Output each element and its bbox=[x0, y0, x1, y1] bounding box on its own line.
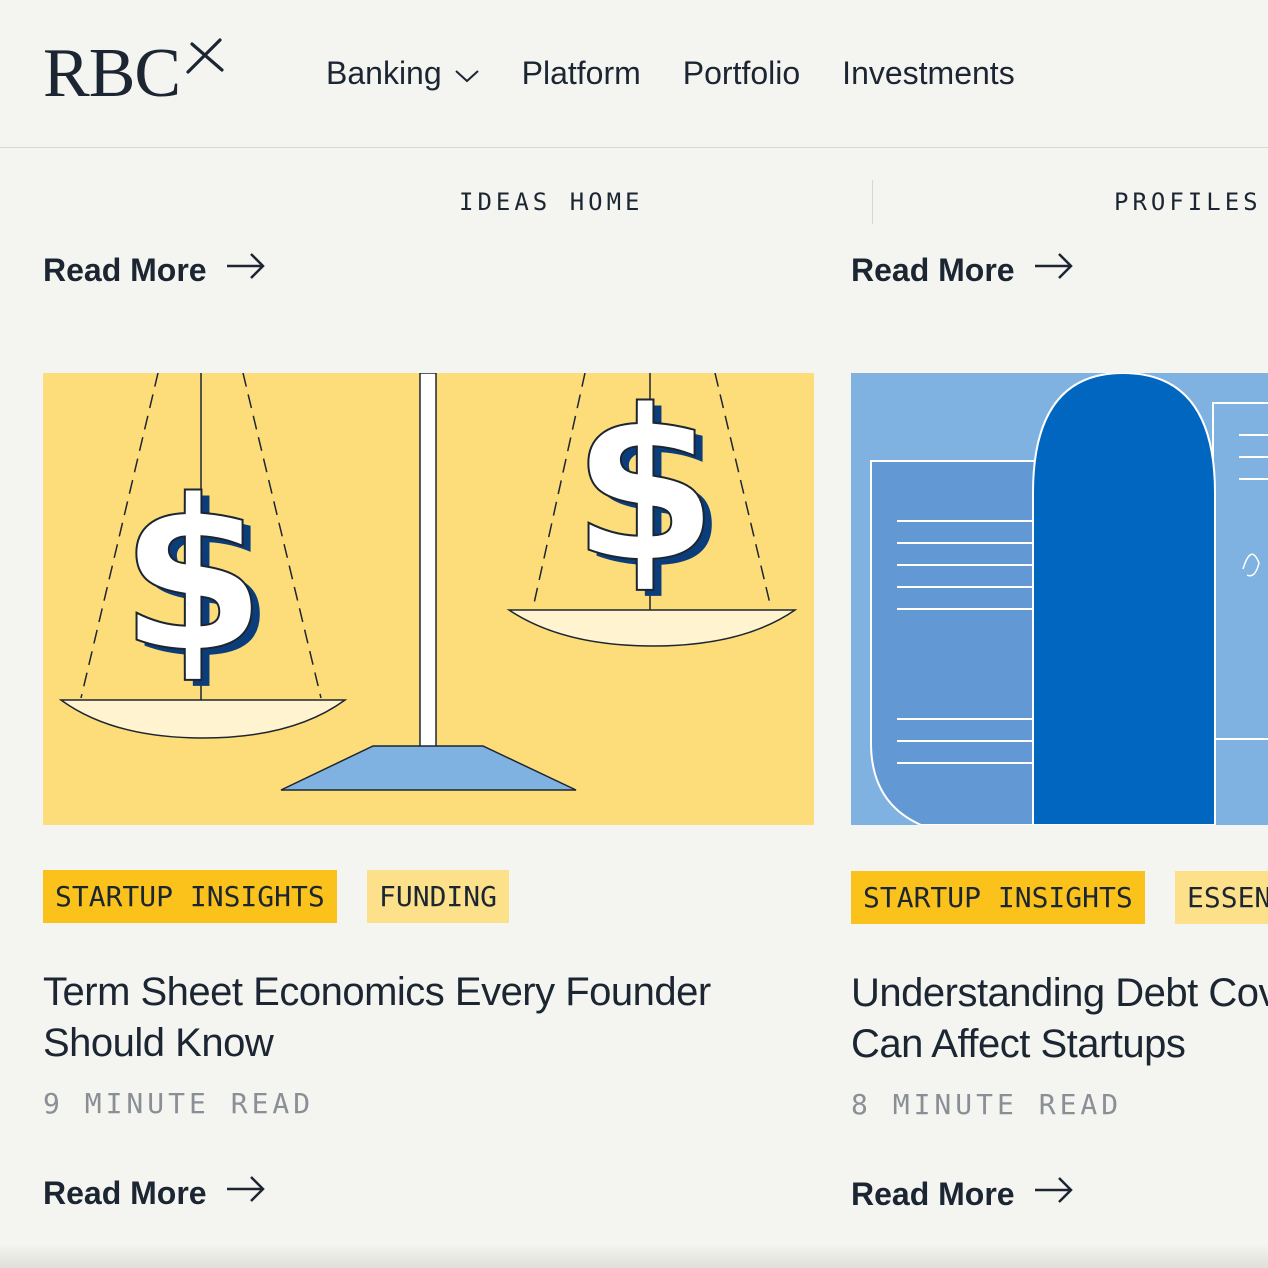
logo-text: RBC bbox=[43, 35, 181, 112]
subnav-divider bbox=[872, 180, 873, 224]
read-more-label: Read More bbox=[43, 1174, 207, 1211]
bottom-shadow bbox=[0, 1244, 1268, 1268]
arrow-right-icon bbox=[225, 250, 267, 290]
read-time: 9 MINUTE READ bbox=[43, 1087, 315, 1120]
read-more-link[interactable]: Read More bbox=[43, 1173, 267, 1213]
svg-text:$: $ bbox=[572, 373, 718, 609]
card-title-line: Term Sheet Economics Every Founder bbox=[43, 970, 711, 1014]
card-title[interactable]: Term Sheet Economics Every Founder Shoul… bbox=[43, 967, 823, 1069]
read-more-link-top-left[interactable]: Read More bbox=[43, 250, 267, 290]
dollar-icon-left: $ $ bbox=[119, 453, 274, 705]
main-nav: Banking Platform Portfolio Investments bbox=[326, 48, 1057, 98]
card-title[interactable]: Understanding Debt Cov Can Affect Startu… bbox=[851, 968, 1268, 1070]
read-more-link-top-right[interactable]: Read More bbox=[851, 250, 1075, 290]
nav-banking[interactable]: Banking bbox=[326, 55, 480, 92]
dollar-icon-right: $ $ bbox=[571, 373, 726, 615]
tag-funding[interactable]: FUNDING bbox=[367, 870, 510, 923]
card-title-line: Understanding Debt Cov bbox=[851, 971, 1268, 1015]
card-title-line: Can Affect Startups bbox=[851, 1022, 1186, 1066]
arrow-right-icon bbox=[1033, 1174, 1075, 1214]
card-title-line: Should Know bbox=[43, 1021, 274, 1065]
svg-text:$: $ bbox=[120, 454, 266, 699]
nav-portfolio-label: Portfolio bbox=[682, 54, 801, 91]
tag-startup-insights[interactable]: STARTUP INSIGHTS bbox=[851, 871, 1145, 924]
nav-investments-label: Investments bbox=[842, 54, 1015, 91]
page: RBC Banking Platform Portfolio Investmen… bbox=[0, 0, 1268, 1268]
nav-investments[interactable]: Investments bbox=[842, 55, 1015, 92]
rbcx-logo[interactable]: RBC bbox=[43, 36, 226, 112]
card-image-scales[interactable]: $ $ $ $ bbox=[43, 373, 814, 825]
tag-startup-insights[interactable]: STARTUP INSIGHTS bbox=[43, 870, 337, 923]
read-more-label: Read More bbox=[851, 1175, 1015, 1212]
documents-illustration bbox=[851, 373, 1268, 825]
site-header: RBC Banking Platform Portfolio Investmen… bbox=[0, 0, 1268, 148]
card-image-documents[interactable] bbox=[851, 373, 1268, 825]
ideas-home-link[interactable]: IDEAS HOME bbox=[459, 188, 644, 216]
nav-platform-label: Platform bbox=[521, 54, 641, 91]
read-time: 8 MINUTE READ bbox=[851, 1088, 1123, 1121]
read-more-link[interactable]: Read More bbox=[851, 1174, 1075, 1214]
profiles-link[interactable]: PROFILES bbox=[1114, 188, 1262, 216]
nav-platform[interactable]: Platform bbox=[522, 55, 641, 92]
scales-illustration: $ $ $ $ bbox=[43, 373, 814, 825]
tag-essentials[interactable]: ESSEN bbox=[1175, 871, 1268, 924]
nav-banking-label: Banking bbox=[326, 54, 442, 91]
nav-portfolio[interactable]: Portfolio bbox=[683, 55, 800, 92]
chevron-down-icon bbox=[454, 55, 480, 92]
arrow-right-icon bbox=[225, 1173, 267, 1213]
arrow-right-icon bbox=[1033, 250, 1075, 290]
read-more-label: Read More bbox=[43, 251, 207, 288]
read-more-label: Read More bbox=[851, 251, 1015, 288]
logo-x-icon bbox=[186, 38, 224, 74]
